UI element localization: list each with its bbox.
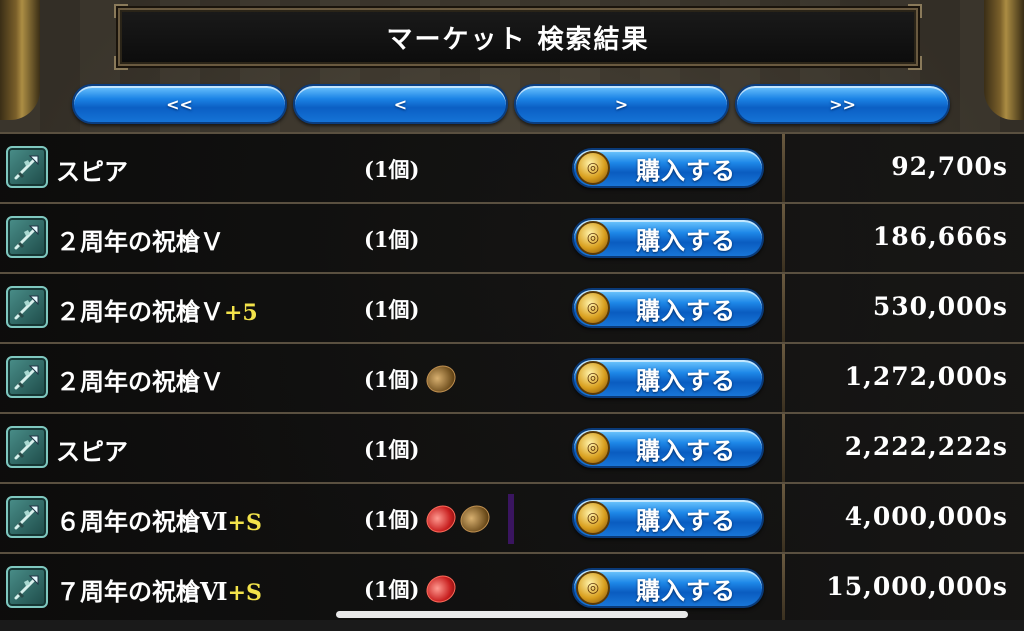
market-item-row: ２周年の祝槍Ｖ (1個) ◎ 購入する 186,666s [0, 202, 1024, 272]
coin-icon: ◎ [576, 291, 610, 325]
spear-icon [6, 216, 48, 258]
item-price: 4,000,000s [844, 502, 1008, 531]
item-name: ２周年の祝槍Ｖ [56, 367, 224, 396]
item-name: スピア [56, 157, 128, 186]
column-divider [782, 414, 785, 482]
slot-marker [508, 494, 514, 544]
item-quantity: (1個) [364, 437, 420, 462]
spear-icon [6, 426, 48, 468]
coin-icon: ◎ [576, 151, 610, 185]
pagination-nav: << < > >> [72, 84, 950, 126]
market-item-row: スピア (1個) ◎ 購入する 2,222,222s [0, 412, 1024, 482]
item-quantity: (1個) [364, 297, 420, 322]
buy-button[interactable]: ◎ 購入する [572, 358, 764, 398]
decorative-pillar-left [0, 0, 40, 120]
spear-icon [6, 496, 48, 538]
buy-button-label: 購入する [636, 506, 736, 535]
frame-corner [114, 56, 128, 70]
enhance-level: +S [227, 510, 262, 536]
bottom-strip [0, 620, 1024, 631]
spear-icon [6, 286, 48, 328]
coin-icon: ◎ [576, 221, 610, 255]
red-gem-icon [421, 570, 461, 608]
spear-icon [6, 566, 48, 608]
frame-corner [908, 4, 922, 18]
item-price: 92,700s [891, 152, 1008, 181]
market-item-row: ２周年の祝槍Ｖ (1個) ◎ 購入する 1,272,000s [0, 342, 1024, 412]
coin-icon: ◎ [576, 431, 610, 465]
buy-button[interactable]: ◎ 購入する [572, 148, 764, 188]
enhance-level: +S [227, 580, 262, 606]
buy-button-label: 購入する [636, 576, 736, 605]
buy-button[interactable]: ◎ 購入する [572, 428, 764, 468]
buy-button[interactable]: ◎ 購入する [572, 218, 764, 258]
item-price: 186,666s [872, 222, 1008, 251]
buy-button[interactable]: ◎ 購入する [572, 568, 764, 608]
buy-button[interactable]: ◎ 購入する [572, 288, 764, 328]
market-item-row: ２周年の祝槍Ｖ+5 (1個) ◎ 購入する 530,000s [0, 272, 1024, 342]
item-name: ２周年の祝槍Ｖ [56, 227, 224, 256]
item-quantity: (1個) [364, 577, 420, 602]
enhance-level: +5 [224, 300, 258, 326]
title-bar: マーケット 検索結果 [114, 4, 922, 70]
item-name: スピア [56, 437, 128, 466]
coin-icon: ◎ [576, 501, 610, 535]
brown-gem-icon [455, 500, 495, 538]
buy-button-label: 購入する [636, 226, 736, 255]
item-name: ２周年の祝槍Ｖ+5 [56, 297, 258, 326]
market-item-row: ６周年の祝槍Ⅵ+S (1個) ◎ 購入する 4,000,000s [0, 482, 1024, 552]
prev-page-button[interactable]: < [293, 84, 508, 124]
decorative-pillar-right [984, 0, 1024, 120]
frame-corner [908, 56, 922, 70]
column-divider [782, 134, 785, 202]
buy-button-label: 購入する [636, 366, 736, 395]
coin-icon: ◎ [576, 571, 610, 605]
page-title: マーケット 検索結果 [386, 24, 650, 55]
buy-button-label: 購入する [636, 436, 736, 465]
column-divider [782, 274, 785, 342]
buy-button-label: 購入する [636, 156, 736, 185]
item-quantity: (1個) [364, 507, 420, 532]
buy-button-label: 購入する [636, 296, 736, 325]
first-page-button[interactable]: << [72, 84, 287, 124]
last-page-button[interactable]: >> [735, 84, 950, 124]
spear-icon [6, 146, 48, 188]
item-quantity: (1個) [364, 367, 420, 392]
item-name: ７周年の祝槍Ⅵ+S [56, 577, 262, 606]
item-price: 530,000s [872, 292, 1008, 321]
next-page-button[interactable]: > [514, 84, 729, 124]
frame-corner [114, 4, 128, 18]
item-name: ６周年の祝槍Ⅵ+S [56, 507, 262, 536]
buy-button[interactable]: ◎ 購入する [572, 498, 764, 538]
market-item-row: スピア (1個) ◎ 購入する 92,700s [0, 132, 1024, 202]
coin-icon: ◎ [576, 361, 610, 395]
item-quantity: (1個) [364, 157, 420, 182]
item-price: 15,000,000s [826, 572, 1008, 601]
home-indicator[interactable] [336, 611, 688, 618]
column-divider [782, 344, 785, 412]
item-price: 1,272,000s [844, 362, 1008, 391]
red-gem-icon [421, 500, 461, 538]
spear-icon [6, 356, 48, 398]
brown-gem-icon [421, 360, 461, 398]
market-result-list: スピア (1個) ◎ 購入する 92,700s ２周年の祝槍Ｖ (1個) ◎ 購… [0, 132, 1024, 622]
column-divider [782, 484, 785, 552]
item-price: 2,222,222s [844, 432, 1008, 461]
column-divider [782, 204, 785, 272]
column-divider [782, 554, 785, 620]
item-quantity: (1個) [364, 227, 420, 252]
